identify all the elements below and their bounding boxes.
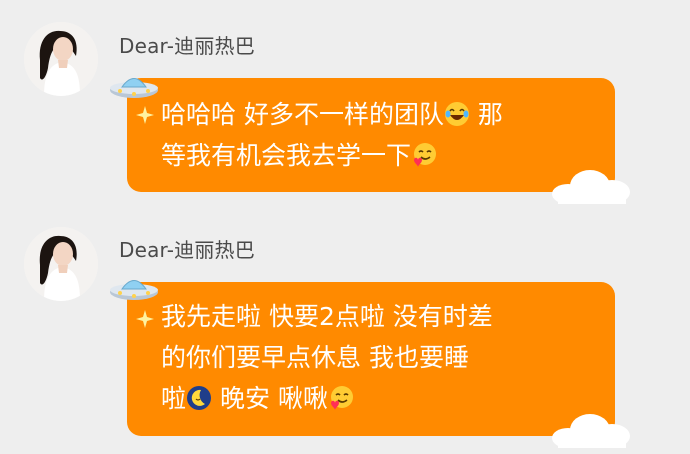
ufo-icon [110,78,158,98]
message-line: 等我有机会我去学一下 [161,135,589,176]
message-text: 晚安 啾啾 [212,384,328,413]
chat-area: Dear-迪丽热巴 哈哈哈 好多不一样的团队 那 等我有机会我去学一下 Dear… [0,0,690,454]
sender-name: Dear-迪丽热巴 [119,34,255,58]
message-line: 哈哈哈 好多不一样的团队 那 [161,94,589,135]
message-text: 等我有机会我去学一下 [161,141,412,170]
message-line: 的你们要早点休息 我也要睡 [161,337,589,378]
message-line: 啦 晚安 啾啾 [161,378,589,419]
savoring-tongue-heart-emoji [330,386,353,410]
sender-name: Dear-迪丽热巴 [119,238,255,262]
message-text: 我先走啦 快要2点啦 没有时差 [161,302,493,331]
cloud-icon [552,170,630,204]
message-bubble[interactable]: 哈哈哈 好多不一样的团队 那 等我有机会我去学一下 [127,78,615,192]
sparkle-icon [136,106,154,124]
message-bubble[interactable]: 我先走啦 快要2点啦 没有时差 的你们要早点休息 我也要睡 啦 晚安 啾啾 [127,282,615,436]
message-text: 的你们要早点休息 我也要睡 [161,343,469,372]
laughing-tears-emoji [444,102,469,126]
ufo-icon [110,280,158,300]
message-text: 哈哈哈 好多不一样的团队 [161,100,444,129]
sparkle-icon [136,310,154,328]
message-text: 那 [469,100,503,129]
message-text: 啦 [161,384,187,413]
avatar[interactable] [24,22,98,96]
avatar[interactable] [24,227,98,301]
message-line: 我先走啦 快要2点啦 没有时差 [161,296,589,337]
savoring-tongue-heart-emoji [414,143,437,167]
moon-sleep-emoji [187,386,212,410]
cloud-icon [552,414,630,448]
